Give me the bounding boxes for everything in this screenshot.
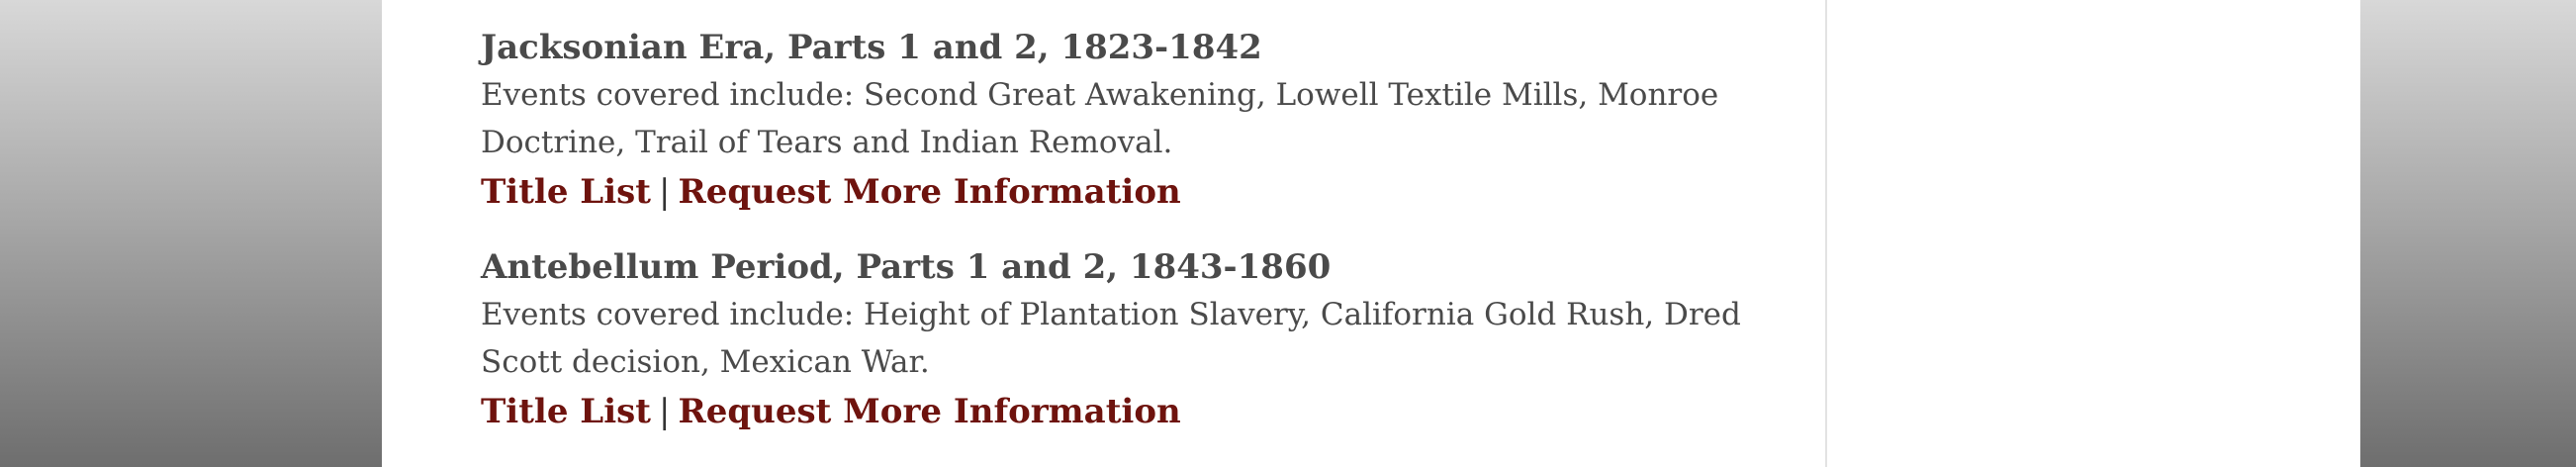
collection-list: Jacksonian Era, Parts 1 and 2, 1823-1842…: [481, 24, 1767, 463]
title-list-link[interactable]: Title List: [481, 392, 651, 431]
entry-description: Events covered include: Second Great Awa…: [481, 77, 1719, 160]
entry-description: Events covered include: Height of Planta…: [481, 297, 1741, 380]
entry-title: Jacksonian Era, Parts 1 and 2, 1823-1842: [481, 28, 1262, 67]
entry-links: Title List | Request More Information: [481, 166, 1767, 218]
collection-entry-antebellum: Antebellum Period, Parts 1 and 2, 1843-1…: [481, 243, 1767, 437]
title-list-link[interactable]: Title List: [481, 172, 651, 212]
link-separator: |: [658, 392, 671, 431]
entry-title: Antebellum Period, Parts 1 and 2, 1843-1…: [481, 247, 1332, 287]
sidebar-divider: [1825, 0, 1827, 467]
collection-entry-jacksonian: Jacksonian Era, Parts 1 and 2, 1823-1842…: [481, 24, 1767, 218]
request-more-information-link[interactable]: Request More Information: [678, 392, 1180, 431]
link-separator: |: [658, 172, 671, 212]
entry-links: Title List | Request More Information: [481, 386, 1767, 437]
request-more-information-link[interactable]: Request More Information: [678, 172, 1180, 212]
main-content-panel: Jacksonian Era, Parts 1 and 2, 1823-1842…: [382, 0, 2360, 467]
